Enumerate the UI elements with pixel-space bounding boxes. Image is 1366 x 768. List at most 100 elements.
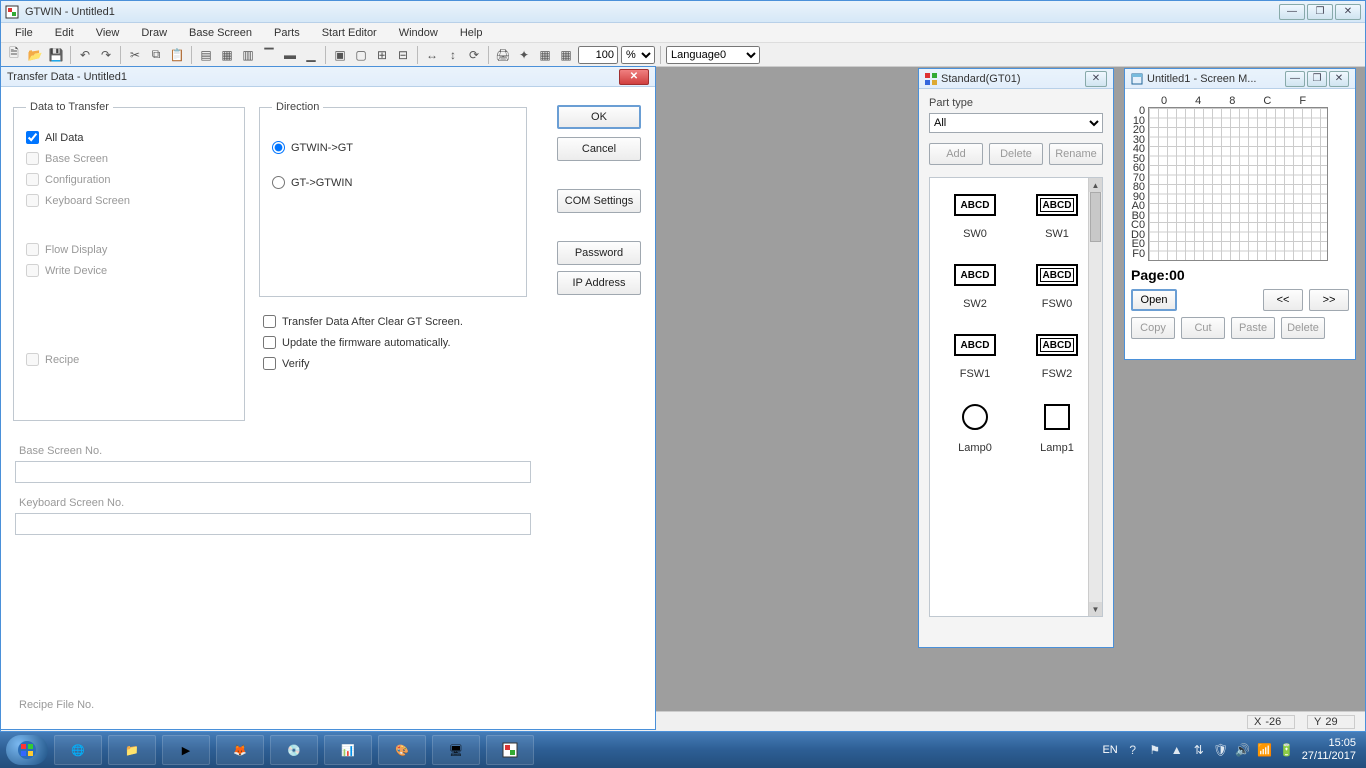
start-button[interactable] xyxy=(6,735,48,765)
toolbar-cut-icon[interactable]: ✂ xyxy=(126,46,144,64)
clear-screen-row[interactable]: Transfer Data After Clear GT Screen. xyxy=(263,315,463,328)
tray-flag-icon[interactable]: ⚑ xyxy=(1148,743,1162,757)
taskbar-item-gtwin[interactable] xyxy=(486,735,534,765)
tray-clock[interactable]: 15:05 27/11/2017 xyxy=(1302,737,1360,763)
screen-next-button[interactable]: >> xyxy=(1309,289,1349,311)
scroll-thumb[interactable] xyxy=(1090,192,1101,242)
toolbar-grid-icon[interactable]: ▦ xyxy=(536,46,554,64)
scroll-down-arrow-icon[interactable]: ▼ xyxy=(1089,602,1102,616)
taskbar-item-firefox[interactable]: 🦊 xyxy=(216,735,264,765)
palette-close-button[interactable]: ✕ xyxy=(1085,71,1107,87)
palette-item[interactable]: ABCDSW2 xyxy=(934,256,1016,326)
taskbar-item-app1[interactable]: 💿 xyxy=(270,735,318,765)
toolbar-open-icon[interactable]: 📂 xyxy=(26,46,44,64)
palette-item[interactable]: ABCDSW0 xyxy=(934,186,1016,256)
tray-shield-icon[interactable]: 🛡 xyxy=(1214,743,1228,757)
scroll-up-arrow-icon[interactable]: ▲ xyxy=(1089,178,1102,192)
menu-base-screen[interactable]: Base Screen xyxy=(179,25,262,41)
zoom-unit-select[interactable]: % xyxy=(621,46,655,64)
toolbar-align-right-icon[interactable]: ▥ xyxy=(239,46,257,64)
palette-add-button[interactable]: Add xyxy=(929,143,983,165)
toolbar-front-icon[interactable]: ▣ xyxy=(331,46,349,64)
toolbar-undo-icon[interactable]: ↶ xyxy=(76,46,94,64)
toolbar-save-icon[interactable]: 💾 xyxy=(47,46,65,64)
tray-network-icon[interactable]: ⇅ xyxy=(1192,743,1206,757)
screen-manager-maximize-button[interactable]: ❐ xyxy=(1307,71,1327,87)
cancel-button[interactable]: Cancel xyxy=(557,137,641,161)
verify-checkbox[interactable] xyxy=(263,357,276,370)
direction-gtwin-gt-row[interactable]: GTWIN->GT xyxy=(272,141,514,154)
palette-item[interactable]: ABCDFSW2 xyxy=(1016,326,1098,396)
write-device-row[interactable]: Write Device xyxy=(26,264,232,277)
palette-delete-button[interactable]: Delete xyxy=(989,143,1043,165)
toolbar-ungroup-icon[interactable]: ⊟ xyxy=(394,46,412,64)
zoom-input[interactable] xyxy=(578,46,618,64)
part-type-select[interactable]: All xyxy=(929,113,1103,133)
toolbar-flip-h-icon[interactable]: ↔ xyxy=(423,46,441,64)
palette-titlebar[interactable]: Standard(GT01) ✕ xyxy=(919,69,1113,89)
ok-button[interactable]: OK xyxy=(557,105,641,129)
com-settings-button[interactable]: COM Settings xyxy=(557,189,641,213)
menu-help[interactable]: Help xyxy=(450,25,493,41)
toolbar-flip-v-icon[interactable]: ↕ xyxy=(444,46,462,64)
toolbar-snap-icon[interactable]: ✦ xyxy=(515,46,533,64)
configuration-checkbox[interactable] xyxy=(26,173,39,186)
base-screen-no-field[interactable] xyxy=(15,461,531,483)
menu-view[interactable]: View xyxy=(86,25,130,41)
toolbar-grid2-icon[interactable]: ▦ xyxy=(557,46,575,64)
palette-item[interactable]: ABCDFSW0 xyxy=(1016,256,1098,326)
firmware-row[interactable]: Update the firmware automatically. xyxy=(263,336,463,349)
base-screen-row[interactable]: Base Screen xyxy=(26,152,232,165)
keyboard-screen-checkbox[interactable] xyxy=(26,194,39,207)
direction-gt-gtwin-radio[interactable] xyxy=(272,176,285,189)
direction-gtwin-gt-radio[interactable] xyxy=(272,141,285,154)
ip-address-button[interactable]: IP Address xyxy=(557,271,641,295)
dialog-titlebar[interactable]: Transfer Data - Untitled1 ✕ xyxy=(1,67,655,87)
tray-wifi-icon[interactable]: 📶 xyxy=(1258,743,1272,757)
toolbar-align-middle-icon[interactable]: ▬ xyxy=(281,46,299,64)
password-button[interactable]: Password xyxy=(557,241,641,265)
maximize-button[interactable]: ❐ xyxy=(1307,4,1333,20)
all-data-checkbox[interactable] xyxy=(26,131,39,144)
menu-draw[interactable]: Draw xyxy=(131,25,177,41)
palette-item[interactable]: Lamp0 xyxy=(934,396,1016,470)
menu-file[interactable]: File xyxy=(5,25,43,41)
menu-start-editor[interactable]: Start Editor xyxy=(312,25,387,41)
screen-delete-button[interactable]: Delete xyxy=(1281,317,1325,339)
menu-parts[interactable]: Parts xyxy=(264,25,310,41)
toolbar-align-center-icon[interactable]: ▦ xyxy=(218,46,236,64)
tray-chevron-up-icon[interactable]: ▲ xyxy=(1170,743,1184,757)
screen-open-button[interactable]: Open xyxy=(1131,289,1177,311)
screen-prev-button[interactable]: << xyxy=(1263,289,1303,311)
clear-screen-checkbox[interactable] xyxy=(263,315,276,328)
keyboard-screen-row[interactable]: Keyboard Screen xyxy=(26,194,232,207)
tray-lang-indicator[interactable]: EN xyxy=(1102,744,1117,756)
toolbar-rotate-icon[interactable]: ⟳ xyxy=(465,46,483,64)
screen-manager-minimize-button[interactable]: — xyxy=(1285,71,1305,87)
palette-rename-button[interactable]: Rename xyxy=(1049,143,1103,165)
dialog-close-button[interactable]: ✕ xyxy=(619,69,649,85)
taskbar-item-explorer[interactable]: 📁 xyxy=(108,735,156,765)
palette-item[interactable]: ABCDFSW1 xyxy=(934,326,1016,396)
toolbar-align-left-icon[interactable]: ▤ xyxy=(197,46,215,64)
recipe-row[interactable]: Recipe xyxy=(26,353,232,366)
palette-item[interactable]: ABCDSW1 xyxy=(1016,186,1098,256)
verify-row[interactable]: Verify xyxy=(263,357,463,370)
minimize-button[interactable]: — xyxy=(1279,4,1305,20)
recipe-checkbox[interactable] xyxy=(26,353,39,366)
palette-item[interactable]: Lamp1 xyxy=(1016,396,1098,470)
taskbar-item-excel[interactable]: 📊 xyxy=(324,735,372,765)
screen-manager-titlebar[interactable]: Untitled1 - Screen M... — ❐ ✕ xyxy=(1125,69,1355,89)
flow-display-checkbox[interactable] xyxy=(26,243,39,256)
write-device-checkbox[interactable] xyxy=(26,264,39,277)
toolbar-align-bottom-icon[interactable]: ▁ xyxy=(302,46,320,64)
tray-help-icon[interactable]: ? xyxy=(1126,743,1140,757)
taskbar-item-app2[interactable]: 🖥 xyxy=(432,735,480,765)
keyboard-screen-no-field[interactable] xyxy=(15,513,531,535)
palette-scrollbar[interactable]: ▲ ▼ xyxy=(1088,178,1102,616)
taskbar-item-ie[interactable]: 🌐 xyxy=(54,735,102,765)
direction-gt-gtwin-row[interactable]: GT->GTWIN xyxy=(272,176,514,189)
menu-window[interactable]: Window xyxy=(389,25,448,41)
taskbar-item-paint[interactable]: 🎨 xyxy=(378,735,426,765)
toolbar-print-icon[interactable]: 🖨 xyxy=(494,46,512,64)
